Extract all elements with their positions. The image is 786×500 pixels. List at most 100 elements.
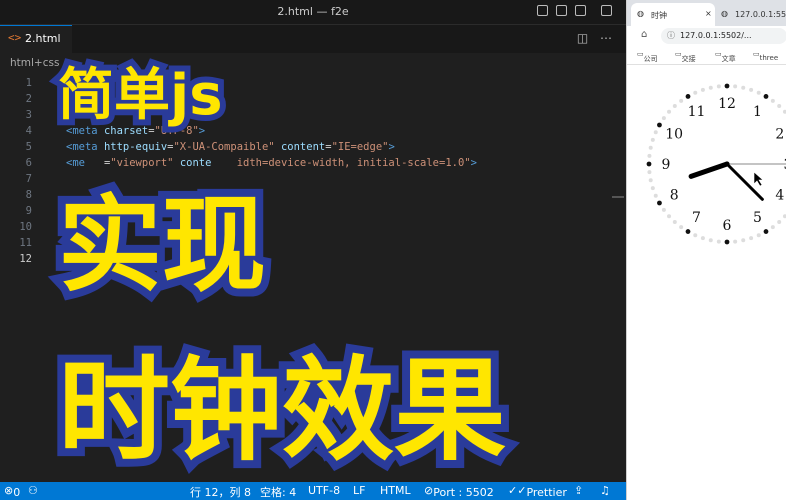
encoding[interactable]: UTF-8 [308,484,340,497]
line-number: 7 [25,173,32,185]
browser-tab-label: 时钟 [651,11,667,20]
browser-tab-clock[interactable]: ◍ 时钟 × [631,3,715,26]
browser-window: ◍ 时钟 × ◍ 127.0.0.1:550 ⌂ ⓘ 127.0.0.1:550… [626,0,786,500]
clock-numeral: 12 [718,96,736,112]
problems-indicator[interactable]: ⊗ 0 [4,484,20,499]
minute-dot [679,225,684,230]
hour-dot [724,83,730,89]
minute-dot [667,214,672,219]
globe-icon: ◍ [637,9,644,18]
clock-numeral: 7 [692,210,701,226]
address-text: 127.0.0.1:5502/... [680,31,752,40]
split-editor-icon[interactable]: ◫ [577,31,588,45]
minute-dot [741,85,746,90]
language-mode[interactable]: HTML [380,484,411,497]
code-token: idth=device-width, initial-scale=1.0" [236,157,471,169]
hour-dot [657,200,662,206]
editor-actions: ◫ ⋯ [577,31,612,45]
breadcrumb[interactable]: html+css [10,57,59,69]
home-icon[interactable]: ⌂ [641,29,647,40]
minute-hand [725,162,764,201]
tab-2-html[interactable]: <> 2.html [0,25,72,53]
browser-tab-label: 127.0.0.1:550 [735,10,786,19]
title-bar: 2.html — f2e [0,0,626,25]
tab-label: 2.html [25,32,61,45]
clock-numeral: 11 [688,104,706,120]
minute-dot [661,207,666,212]
address-bar[interactable]: ⓘ 127.0.0.1:5502/... [661,28,786,44]
minute-dot [667,109,672,114]
bookmark-label: 文章 [721,55,736,63]
clock-numeral: 9 [662,157,671,173]
minute-dot [679,98,684,103]
clock-numeral: 5 [753,210,762,226]
prettier-status[interactable]: ✓✓ Prettier [508,484,567,499]
toggle-panel-icon[interactable] [556,5,567,16]
hour-dot [685,229,691,234]
end-of-line[interactable]: LF [353,484,365,497]
line-number: 8 [25,189,32,201]
minute-dot [749,236,754,241]
current-line-number: 12 [19,253,32,265]
code-token: ible" [243,141,275,153]
minute-dot [716,239,721,244]
notifications-icon[interactable]: ♫ [600,484,610,497]
status-bar: ⊗ 0 ⚇ 行 12，列 8 空格: 4 UTF-8 LF HTML ⊘ Por… [0,482,626,500]
line-number: 11 [19,237,32,249]
minute-dot [777,104,782,109]
line-number: 2 [25,93,32,105]
clock-numeral: 10 [665,127,683,143]
bookmark-folder[interactable]: ▭ three [753,50,778,62]
line-number: 3 [25,109,32,121]
clock-numeral: 6 [723,218,732,234]
bookmark-label: three [759,54,779,62]
clock-face: 121234567891011 [646,83,786,245]
feedback-icon[interactable]: ⇪ [574,484,583,497]
globe-icon: ◍ [721,9,728,18]
minute-dot [693,90,698,95]
browser-toolbar: ⌂ ⓘ 127.0.0.1:5502/... [627,26,786,46]
minute-dot [661,116,666,121]
bookmark-label: 公司 [643,55,658,63]
minute-dot [756,90,761,95]
minute-dot [708,85,713,90]
bookmark-folder[interactable]: ▭ 文章 [715,50,736,63]
hour-dot [657,122,662,128]
clock-center-pin [724,161,730,167]
line-number: 4 [25,125,32,137]
minute-dot [648,145,653,150]
cursor-position[interactable]: 行 12，列 8 [190,484,251,500]
hour-dot [724,239,730,245]
bookmark-label: 交接 [681,55,696,63]
minute-dot [647,170,652,175]
accounts-icon[interactable]: ⚇ [28,484,38,497]
minute-dot [749,87,754,92]
indentation[interactable]: 空格: 4 [260,484,296,500]
bookmark-folder[interactable]: ▭ 公司 [637,50,658,63]
customize-layout-icon[interactable] [601,5,612,16]
minute-dot [650,186,655,191]
browser-tab-localhost[interactable]: ◍ 127.0.0.1:550 [717,3,786,26]
close-tab-icon[interactable]: × [705,9,712,18]
live-server-port[interactable]: ⊘ Port : 5502 [424,484,494,499]
minute-dot [647,153,652,158]
clock-numeral: 8 [670,188,679,204]
minute-dot [672,104,677,109]
hour-dot [685,94,691,99]
toggle-sidebar-icon[interactable] [537,5,548,16]
toggle-secondary-sidebar-icon[interactable] [575,5,586,16]
more-actions-icon[interactable]: ⋯ [600,31,612,45]
line-number: 1 [25,77,32,89]
minute-dot [770,225,775,230]
code-token: "X-UA-Compa [173,141,244,153]
code-token: "IE=edge" [331,141,389,153]
clock-numeral: 2 [775,127,784,143]
line-number: 10 [19,221,32,233]
overlay-title-line1: 简单js [52,57,228,134]
line-number: 9 [25,205,32,217]
code-line-5[interactable]: <meta http-equiv="X-UA-Compaible" conten… [66,141,395,153]
info-icon[interactable]: ⓘ [667,30,675,41]
bookmark-folder[interactable]: ▭ 交接 [675,50,696,63]
mouse-cursor-icon [753,171,764,187]
hour-dot [646,161,652,167]
